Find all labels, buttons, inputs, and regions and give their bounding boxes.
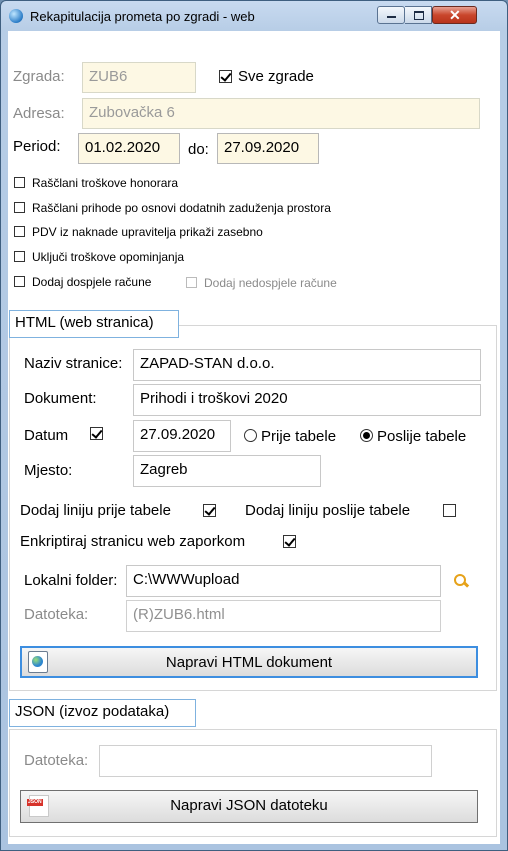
period-label: Period:	[13, 138, 61, 155]
poslije-tabele-label: Poslije tabele	[377, 428, 467, 445]
maximize-icon	[414, 11, 424, 20]
naziv-field[interactable]: ZAPAD-STAN d.o.o.	[133, 349, 481, 381]
minimize-icon	[387, 16, 396, 18]
enkriptiraj-checkbox[interactable]	[283, 535, 296, 548]
tab-json[interactable]: JSON (izvoz podataka)	[9, 699, 196, 727]
check-icon	[204, 504, 216, 516]
datoteka-html-label: Datoteka:	[24, 606, 89, 623]
adresa-field[interactable]: Zubovačka 6	[82, 98, 480, 129]
check-icon	[220, 70, 232, 82]
title-bar[interactable]: Rekapitulacija prometa po zgradi - web ✕	[1, 1, 507, 31]
close-icon: ✕	[449, 7, 461, 23]
main-window: Rekapitulacija prometa po zgradi - web ✕…	[0, 0, 508, 851]
mjesto-field[interactable]: Zagreb	[133, 455, 321, 487]
datum-field[interactable]: 27.09.2020	[133, 420, 231, 452]
poslije-tabele-radio[interactable]	[360, 429, 373, 442]
option-checkbox[interactable]	[14, 202, 25, 213]
napravi-html-button[interactable]: Napravi HTML dokument	[20, 646, 478, 678]
minimize-button[interactable]	[377, 6, 405, 24]
window-title: Rekapitulacija prometa po zgradi - web	[30, 9, 255, 24]
naziv-label: Naziv stranice:	[24, 355, 123, 372]
datoteka-json-label: Datoteka:	[24, 752, 89, 769]
liniju-poslije-label: Dodaj liniju poslije tabele	[245, 502, 411, 519]
option-checkbox[interactable]	[14, 276, 25, 287]
napravi-json-label: Napravi JSON datoteku	[170, 797, 328, 814]
dokument-label: Dokument:	[24, 390, 97, 407]
datoteka-html-field[interactable]: (R)ZUB6.html	[126, 600, 441, 632]
option-checkbox[interactable]	[14, 251, 25, 262]
zgrada-label: Zgrada:	[13, 68, 65, 85]
option-label: PDV iz naknade upravitelja prikaži zaseb…	[32, 225, 263, 239]
client-area: Zgrada: ZUB6 Sve zgrade Adresa: Zubovačk…	[8, 31, 500, 844]
maximize-button[interactable]	[405, 6, 432, 24]
mjesto-label: Mjesto:	[24, 462, 73, 479]
enkriptiraj-label: Enkriptiraj stranicu web zaporkom	[20, 533, 246, 550]
datum-label: Datum	[24, 427, 69, 444]
globe-icon	[9, 9, 23, 23]
radio-selected-dot	[363, 432, 370, 439]
dokument-field[interactable]: Prihodi i troškovi 2020	[133, 384, 481, 416]
option-label: Dodaj dospjele račune	[32, 275, 152, 289]
period-from-field[interactable]: 01.02.2020	[78, 133, 180, 164]
check-icon	[91, 427, 103, 439]
option-label: Raščlani troškove honorara	[32, 176, 179, 190]
napravi-json-button[interactable]: JSON Napravi JSON datoteku	[20, 790, 478, 823]
liniju-prije-checkbox[interactable]	[203, 504, 216, 517]
datoteka-json-field[interactable]	[99, 745, 432, 777]
folder-field[interactable]: C:\WWWupload	[126, 565, 441, 597]
option-checkbox-disabled[interactable]	[186, 277, 197, 288]
sve-zgrade-label: Sve zgrade	[238, 68, 314, 85]
do-label: do:	[188, 141, 209, 158]
option-checkbox[interactable]	[14, 226, 25, 237]
option-label: Dodaj nedospjele račune	[204, 276, 337, 290]
period-to-field[interactable]: 27.09.2020	[217, 133, 319, 164]
adresa-label: Adresa:	[13, 105, 65, 122]
option-label: Raščlani prihode po osnovi dodatnih zadu…	[32, 201, 331, 215]
check-icon	[284, 535, 296, 547]
prije-tabele-radio[interactable]	[244, 429, 257, 442]
datum-checkbox[interactable]	[90, 427, 103, 440]
tab-html[interactable]: HTML (web stranica)	[9, 310, 179, 338]
liniju-prije-label: Dodaj liniju prije tabele	[20, 502, 171, 519]
option-label: Uključi troškove opominjanja	[32, 250, 185, 264]
close-button[interactable]: ✕	[432, 6, 477, 24]
sve-zgrade-checkbox[interactable]	[219, 70, 232, 83]
napravi-html-label: Napravi HTML dokument	[165, 654, 333, 671]
folder-label: Lokalni folder:	[24, 572, 118, 589]
search-folder-icon[interactable]	[454, 574, 470, 588]
liniju-poslije-checkbox[interactable]	[443, 504, 456, 517]
option-checkbox[interactable]	[14, 177, 25, 188]
zgrada-field[interactable]: ZUB6	[82, 62, 196, 93]
prije-tabele-label: Prije tabele	[261, 428, 337, 445]
